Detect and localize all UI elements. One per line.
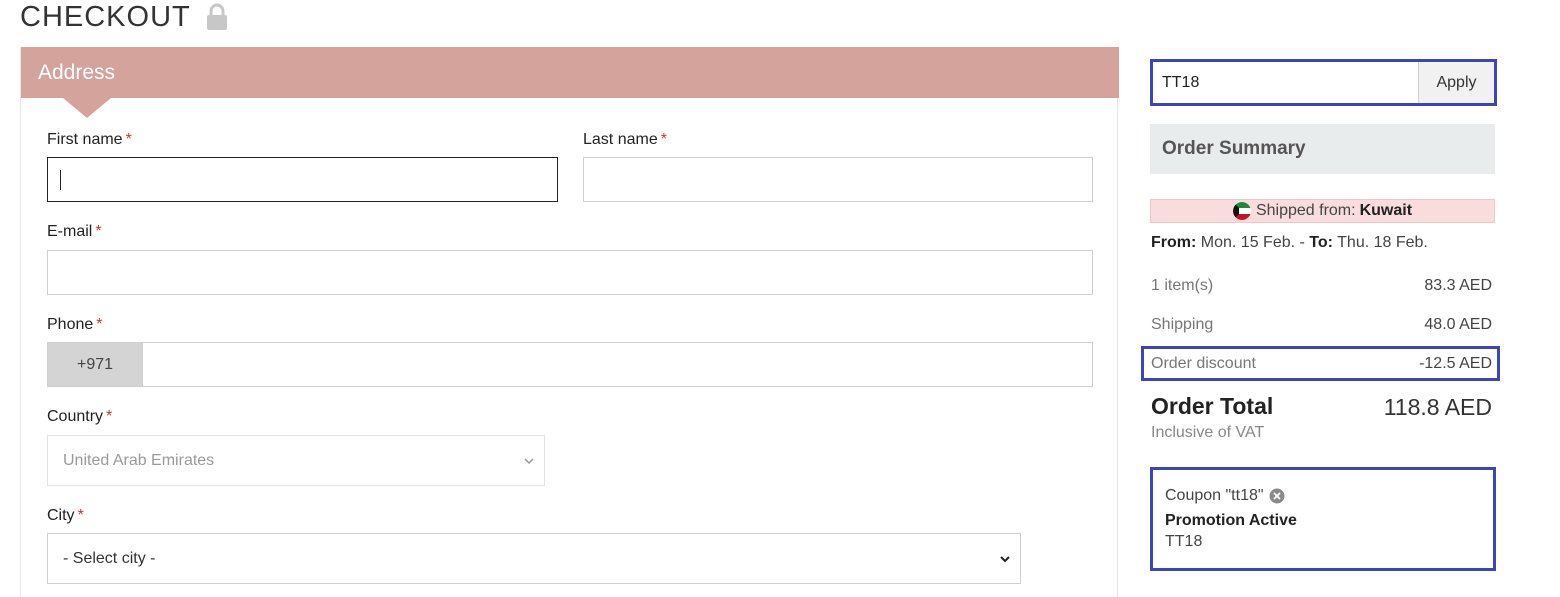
country-select[interactable]: United Arab Emirates bbox=[47, 435, 545, 486]
coupon-code-value: TT18 bbox=[1162, 73, 1200, 91]
country-selected-value: United Arab Emirates bbox=[63, 451, 215, 469]
applied-coupon: Coupon "tt18" bbox=[1165, 485, 1481, 507]
order-total-label: Order Total bbox=[1151, 393, 1274, 419]
promotion-box: Coupon "tt18" Promotion Active TT18 bbox=[1150, 467, 1496, 571]
text-caret bbox=[60, 170, 61, 190]
kuwait-flag-icon bbox=[1232, 202, 1251, 220]
lock-icon bbox=[206, 3, 227, 30]
email-label-text: E-mail bbox=[47, 223, 93, 240]
shipped-from-label: Shipped from: bbox=[1255, 202, 1356, 219]
date-separator: - bbox=[1299, 234, 1305, 251]
order-summary-title: Order Summary bbox=[1162, 138, 1306, 159]
address-header: Address bbox=[21, 47, 1119, 98]
first-name-label-text: First name bbox=[47, 131, 123, 148]
required-mark: * bbox=[96, 316, 103, 333]
last-name-label: Last name * bbox=[583, 131, 667, 149]
city-label-text: City bbox=[47, 507, 75, 524]
last-name-input[interactable] bbox=[583, 157, 1093, 202]
country-label: Country * bbox=[47, 408, 112, 426]
order-total-value: 118.8 AED bbox=[1383, 394, 1492, 420]
required-mark: * bbox=[660, 131, 667, 148]
apply-coupon-button[interactable]: Apply bbox=[1419, 62, 1494, 103]
required-mark: * bbox=[125, 131, 132, 148]
promotion-title: Promotion Active bbox=[1165, 512, 1297, 529]
first-name-label: First name * bbox=[47, 131, 132, 149]
phone-prefix-text: +971 bbox=[76, 355, 114, 373]
vat-note: Inclusive of VAT bbox=[1151, 424, 1265, 441]
shipping-label: Shipping bbox=[1151, 316, 1214, 333]
discount-label: Order discount bbox=[1151, 355, 1256, 372]
address-panel: Address First name * Last name * E-mail * P… bbox=[20, 47, 1119, 597]
page-title: CHECKOUT bbox=[20, 0, 229, 34]
page-title-text: CHECKOUT bbox=[20, 0, 191, 33]
city-label: City * bbox=[47, 507, 84, 525]
items-row: 1 item(s) 83.3 AED bbox=[1151, 277, 1492, 295]
chevron-down-icon bbox=[1000, 555, 1010, 562]
first-name-input[interactable] bbox=[47, 157, 558, 202]
address-header-pointer bbox=[63, 98, 111, 118]
phone-country-code: +971 bbox=[47, 342, 142, 387]
phone-label: Phone * bbox=[47, 316, 103, 334]
from-label: From: bbox=[1151, 234, 1197, 251]
required-mark: * bbox=[95, 223, 102, 240]
city-select[interactable]: - Select city - bbox=[47, 533, 1021, 584]
to-date: Thu. 18 Feb. bbox=[1337, 234, 1428, 251]
shipping-value: 48.0 AED bbox=[1424, 316, 1492, 333]
email-input[interactable] bbox=[47, 250, 1093, 295]
from-date: Mon. 15 Feb. bbox=[1200, 234, 1296, 251]
city-selected-value: - Select city - bbox=[63, 549, 156, 567]
shipped-from-country: Kuwait bbox=[1359, 202, 1413, 219]
phone-label-text: Phone bbox=[47, 316, 94, 333]
email-label: E-mail * bbox=[47, 223, 102, 241]
coupon-entry: TT18 Apply bbox=[1150, 59, 1497, 106]
address-header-title: Address bbox=[38, 60, 116, 84]
promotion-code: TT18 bbox=[1165, 533, 1203, 550]
items-label: 1 item(s) bbox=[1151, 277, 1214, 294]
phone-input[interactable] bbox=[142, 342, 1093, 387]
delivery-dates: From: Mon. 15 Feb. - To: Thu. 18 Feb. bbox=[1151, 234, 1428, 252]
coupon-code-input[interactable]: TT18 bbox=[1153, 62, 1419, 103]
order-summary-header: Order Summary bbox=[1150, 124, 1495, 174]
shipping-row: Shipping 48.0 AED bbox=[1151, 316, 1492, 334]
discount-value: -12.5 AED bbox=[1419, 355, 1492, 372]
applied-coupon-text: Coupon "tt18" bbox=[1165, 487, 1264, 504]
shipped-from-banner: Shipped from: Kuwait bbox=[1150, 199, 1495, 223]
apply-button-label: Apply bbox=[1436, 73, 1477, 91]
last-name-label-text: Last name bbox=[583, 131, 658, 148]
required-mark: * bbox=[77, 507, 84, 524]
discount-row: Order discount -12.5 AED bbox=[1151, 355, 1492, 373]
to-label: To: bbox=[1309, 234, 1333, 251]
remove-coupon-icon[interactable] bbox=[1269, 488, 1285, 504]
chevron-down-icon bbox=[524, 457, 534, 464]
items-value: 83.3 AED bbox=[1424, 277, 1492, 294]
required-mark: * bbox=[106, 408, 113, 425]
country-label-text: Country bbox=[47, 408, 104, 425]
